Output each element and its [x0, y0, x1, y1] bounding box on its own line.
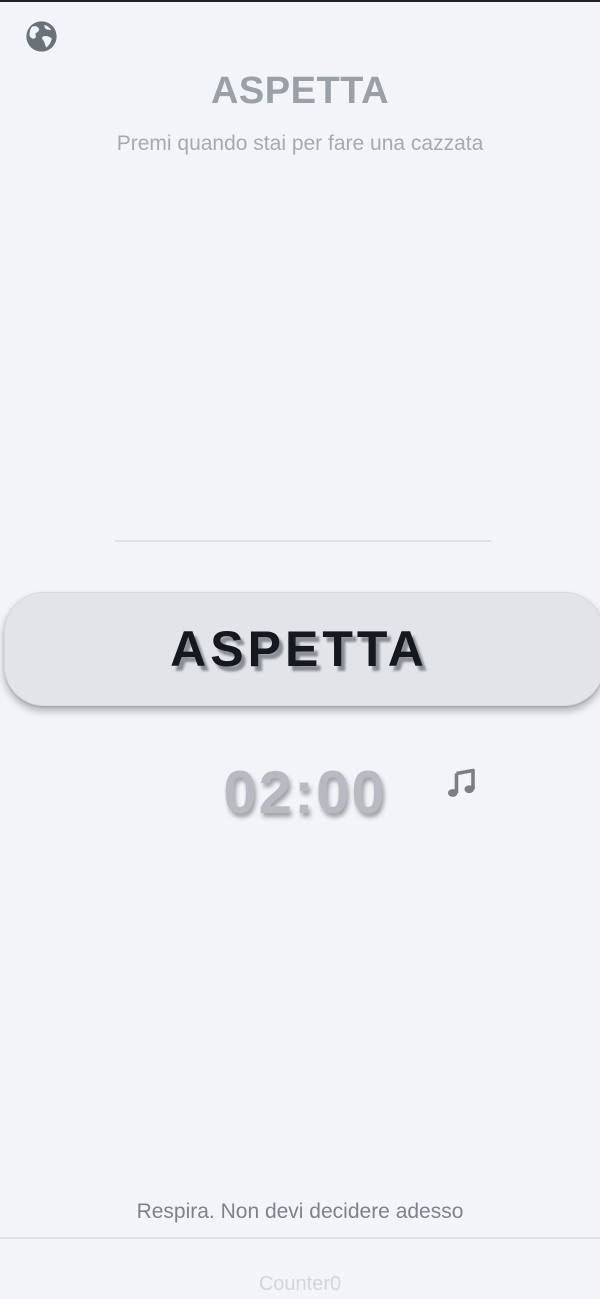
countdown-timer: 02:00 — [223, 759, 387, 826]
counter-label: Counter0 — [258, 1273, 342, 1295]
wait-button[interactable]: ASPETTA — [4, 592, 600, 706]
page-subtitle: Premi quando stai per fare una cazzata — [116, 132, 484, 155]
footer-message: Respira. Non devi decidere adesso — [136, 1200, 464, 1223]
music-note-icon[interactable] — [443, 766, 479, 802]
top-border — [0, 0, 600, 2]
divider — [115, 540, 491, 542]
footer-divider — [0, 1237, 600, 1239]
page-title: ASPETTA — [210, 70, 390, 112]
globe-icon[interactable] — [25, 20, 58, 53]
wait-button-label: ASPETTA — [170, 621, 428, 677]
